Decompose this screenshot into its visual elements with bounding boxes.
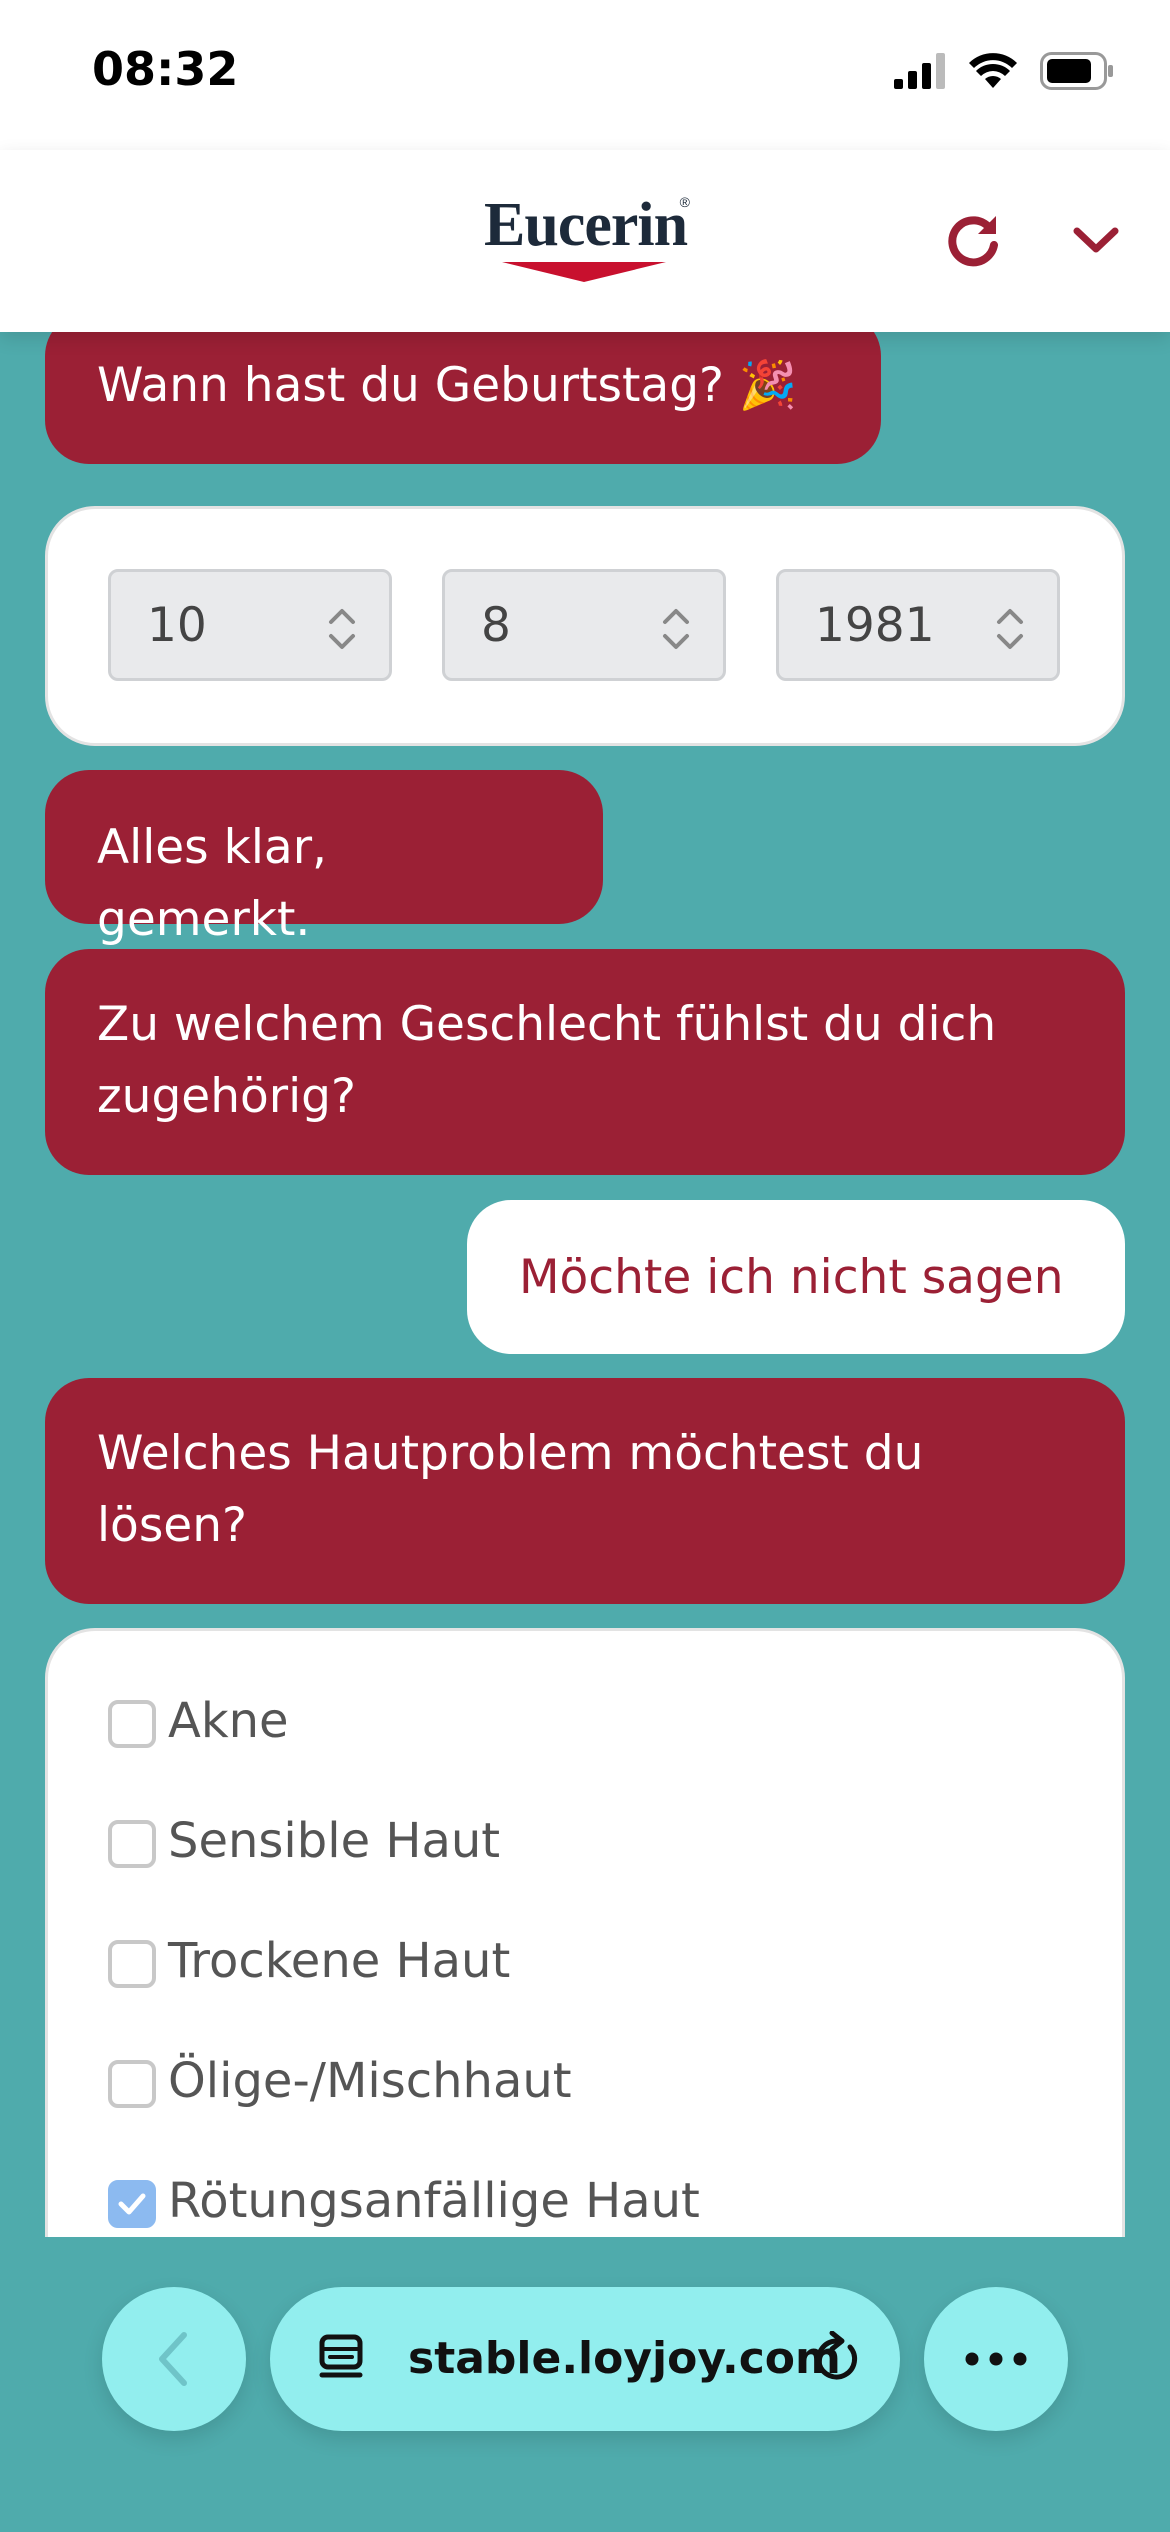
bot-message-text: Welches Hautproblem möchtest du lösen? [97,1426,924,1553]
collapse-button[interactable] [1056,200,1136,280]
checkbox[interactable] [108,1940,156,1988]
registered-mark: ® [679,194,690,210]
option-roetungsanfaellige-haut[interactable]: Rötungsanfällige Haut [108,2173,700,2229]
chevron-left-icon [159,2332,187,2386]
more-options-button[interactable] [924,2287,1068,2431]
user-message-gender: Möchte ich nicht sagen [467,1200,1125,1354]
year-stepper[interactable]: 1981 [776,569,1060,681]
checkbox[interactable] [108,1820,156,1868]
checkbox[interactable] [108,2060,156,2108]
reload-icon[interactable] [808,2331,864,2387]
bot-message-birthday: Wann hast du Geburtstag? 🎉 [45,332,881,464]
chat-area[interactable]: Wann hast du Geburtstag? 🎉 10 8 1981 All… [0,332,1170,2237]
wifi-icon [968,52,1018,95]
option-oelige-mischhaut[interactable]: Ölige-/Mischhaut [108,2053,572,2109]
updown-arrows-icon [997,609,1023,649]
bot-message-text: Wann hast du Geburtstag? 🎉 [97,358,798,413]
month-stepper[interactable]: 8 [442,569,726,681]
eucerin-logo: Eucerin ® [484,190,690,282]
option-label: Trockene Haut [168,1933,511,1989]
bot-message-text: Alles klar, gemerkt. [97,820,327,947]
year-value: 1981 [815,597,935,653]
month-value: 8 [481,597,511,653]
status-icons [894,52,1114,95]
updown-arrows-icon [329,609,355,649]
bot-message-skin: Welches Hautproblem möchtest du lösen? [45,1378,1125,1604]
birthday-picker-card: 10 8 1981 [45,506,1125,746]
bot-message-confirmation: Alles klar, gemerkt. [45,770,603,947]
more-dots-icon [965,2352,1027,2366]
brand-name: Eucerin [484,191,688,259]
back-button[interactable] [102,2287,246,2431]
updown-arrows-icon [663,609,689,649]
status-bar: 08:32 [0,0,1170,150]
bot-message-gender: Zu welchem Geschlecht fühlst du dich zug… [45,949,1125,1175]
cellular-signal-icon [894,53,946,94]
refresh-icon [948,216,998,267]
option-label: Rötungsanfällige Haut [168,2173,700,2229]
option-akne[interactable]: Akne [108,1693,289,1749]
logo-swoosh-icon [502,262,666,282]
browser-toolbar: stable.loyjoy.com [0,2237,1170,2532]
checkmark-icon [118,2193,146,2215]
battery-icon [1040,52,1114,95]
status-time: 08:32 [92,42,239,96]
restart-button[interactable] [934,200,1014,280]
option-label: Sensible Haut [168,1813,501,1869]
checkbox-checked[interactable] [108,2180,156,2228]
url-text: stable.loyjoy.com [408,2333,841,2384]
app-header: Eucerin ® [0,150,1170,332]
bot-message-text: Zu welchem Geschlecht fühlst du dich zug… [97,997,997,1124]
address-bar[interactable]: stable.loyjoy.com [270,2287,900,2431]
page-menu-icon [319,2334,363,2378]
option-trockene-haut[interactable]: Trockene Haut [108,1933,510,1989]
day-stepper[interactable]: 10 [108,569,392,681]
checkbox[interactable] [108,1700,156,1748]
chevron-down-icon [1073,227,1119,253]
skin-options-card: Akne Sensible Haut Trockene Haut Ölige-/… [45,1628,1125,2237]
option-label: Akne [168,1693,289,1749]
user-message-text: Möchte ich nicht sagen [519,1250,1064,1305]
option-label: Ölige-/Mischhaut [168,2053,572,2109]
day-value: 10 [147,597,207,653]
option-sensible-haut[interactable]: Sensible Haut [108,1813,500,1869]
